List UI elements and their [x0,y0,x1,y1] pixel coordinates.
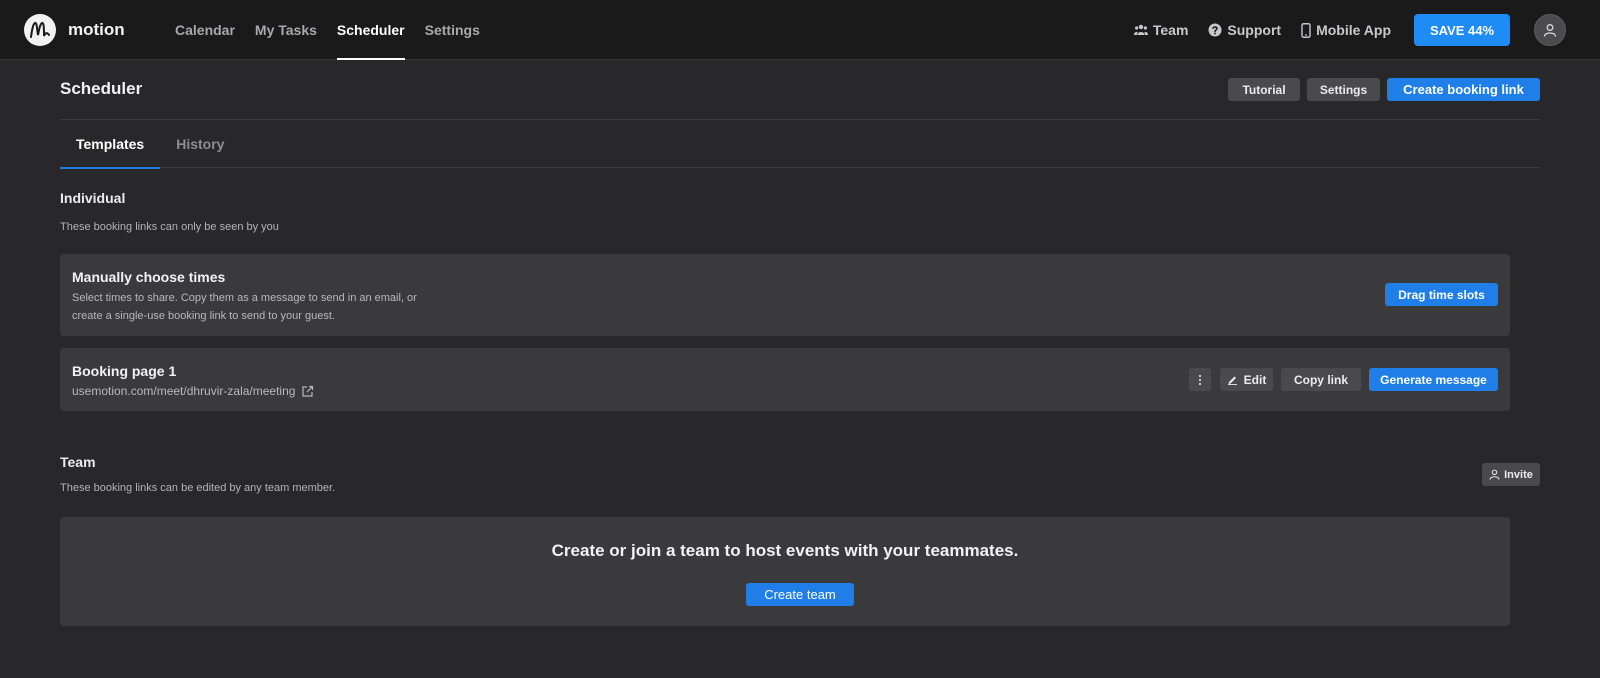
page-header: Scheduler Tutorial Settings Create booki… [60,60,1540,120]
avatar[interactable] [1534,14,1566,46]
tab-history[interactable]: History [160,120,240,168]
settings-button[interactable]: Settings [1307,78,1380,101]
booking-page-card: Booking page 1 usemotion.com/meet/dhruvi… [60,348,1510,411]
manual-times-card: Manually choose times Select times to sh… [60,254,1510,336]
booking-page-title: Booking page 1 [72,363,177,379]
booking-page-url[interactable]: usemotion.com/meet/dhruvir-zala/meeting [72,382,295,400]
invite-label: Invite [1504,468,1533,481]
create-team-button[interactable]: Create team [746,583,854,606]
edit-button-label: Edit [1243,372,1267,387]
team-cta-text: Create or join a team to host events wit… [551,541,1019,560]
nav-settings[interactable]: Settings [425,0,480,60]
tutorial-button[interactable]: Tutorial [1228,78,1300,101]
team-link[interactable]: Team [1133,22,1189,38]
copy-link-button[interactable]: Copy link [1281,368,1361,391]
right-nav: Team Support Mobile App SAVE 44% [1133,0,1600,60]
invite-button[interactable]: Invite [1482,463,1540,486]
tab-templates[interactable]: Templates [60,120,161,169]
main-nav: Calendar My Tasks Scheduler Settings [175,0,500,60]
edit-button[interactable]: Edit [1220,368,1273,391]
save-discount-button[interactable]: SAVE 44% [1414,14,1510,46]
main-content: Scheduler Tutorial Settings Create booki… [60,60,1540,169]
manual-times-desc-line1: Select times to share. Copy them as a me… [72,292,417,304]
user-icon [1489,469,1500,480]
help-circle-icon [1208,23,1222,37]
drag-time-slots-button[interactable]: Drag time slots [1385,283,1498,306]
support-link[interactable]: Support [1208,22,1281,38]
app-name: motion [68,20,125,39]
mobile-phone-icon [1301,22,1311,38]
individual-section-subtitle: These booking links can only be seen by … [60,221,279,233]
team-link-label: Team [1152,22,1189,38]
external-link-icon[interactable] [301,385,314,398]
booking-page-url-row: usemotion.com/meet/dhruvir-zala/meeting [72,382,314,400]
manual-times-desc-line2: create a single-use booking link to send… [72,310,335,322]
logo[interactable]: motion [24,14,125,46]
booking-page-actions: Edit Copy link Generate message [1189,368,1498,391]
support-link-label: Support [1227,22,1282,38]
mobile-app-link[interactable]: Mobile App [1301,22,1391,38]
top-nav: motion Calendar My Tasks Scheduler Setti… [0,0,1600,60]
more-vertical-icon [1198,374,1202,385]
page-title: Scheduler [60,79,143,98]
create-booking-link-button[interactable]: Create booking link [1387,78,1540,101]
team-section-subtitle: These booking links can be edited by any… [60,482,336,494]
motion-logo-icon [24,14,56,46]
header-actions: Tutorial Settings Create booking link [1228,78,1540,101]
nav-calendar[interactable]: Calendar [175,0,235,60]
generate-message-button[interactable]: Generate message [1369,368,1498,391]
user-icon [1543,24,1557,37]
pencil-icon [1227,376,1237,385]
nav-scheduler[interactable]: Scheduler [336,0,405,60]
more-options-button[interactable] [1189,368,1211,391]
manual-times-title: Manually choose times [72,269,226,285]
team-icon [1133,24,1148,35]
team-empty-card: Create or join a team to host events wit… [60,517,1510,626]
mobile-app-label: Mobile App [1316,22,1391,38]
team-section-title: Team [60,454,96,470]
individual-section-title: Individual [60,190,126,206]
tabs: Templates History [60,120,1540,169]
nav-my-tasks[interactable]: My Tasks [255,0,317,60]
